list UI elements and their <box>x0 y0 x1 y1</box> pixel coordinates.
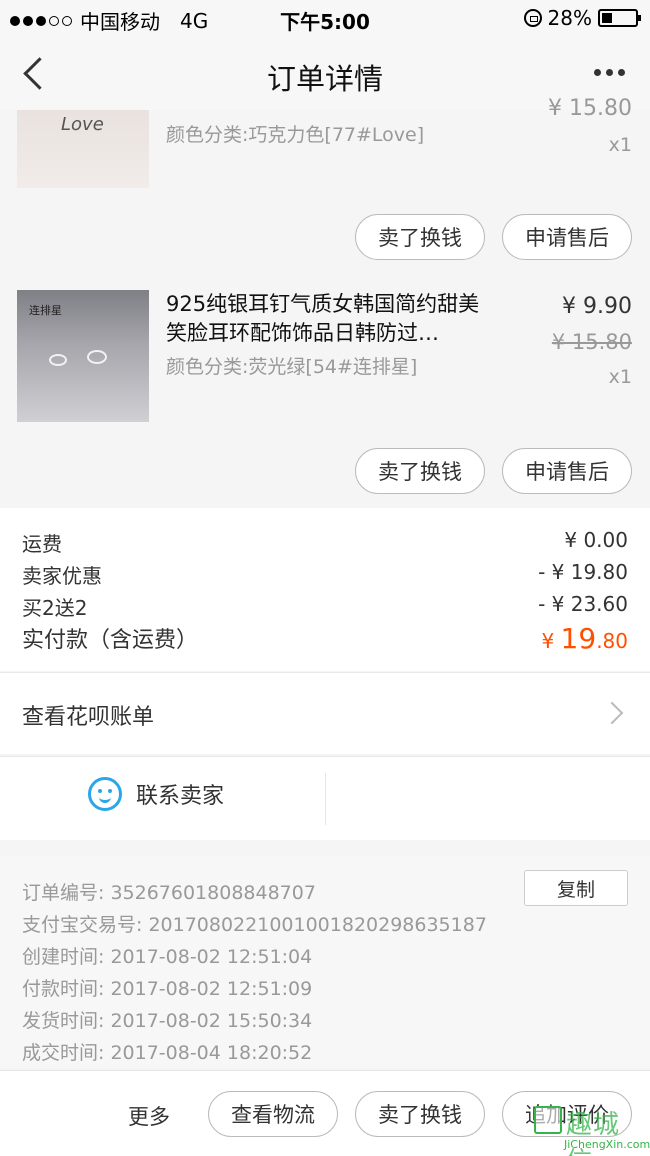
battery-percent: 28% <box>547 6 592 30</box>
thumbnail-caption: 连排星 <box>29 304 62 317</box>
earring-image <box>87 350 107 364</box>
action-bar: 更多 查看物流 卖了换钱 追加评价 趣城信 JiChengXin.com <box>0 1070 650 1156</box>
divider <box>325 773 326 825</box>
rotation-lock-icon <box>523 9 542 27</box>
thumbnail-caption: Love <box>61 114 104 135</box>
earring-image <box>49 354 67 366</box>
more-button[interactable]: 更多 <box>128 1101 170 1131</box>
total-label: 实付款（含运费） <box>22 628 199 653</box>
total-currency: ¥ <box>541 629 561 653</box>
status-bar: 中国移动 4G 下午5:00 28% <box>0 0 650 36</box>
total-integer: 19 <box>560 622 597 655</box>
product-title[interactable]: 925纯银耳钉气质女韩国简约甜美笑脸耳环配饰饰品日韩防过… <box>166 290 496 348</box>
product-card: 连排星 925纯银耳钉气质女韩国简约甜美笑脸耳环配饰饰品日韩防过… 颜色分类:荧… <box>0 274 650 508</box>
product-sku: 颜色分类:荧光绿[54#连排星] <box>166 356 418 378</box>
product-price: ¥ 15.80 <box>548 96 632 121</box>
resell-button[interactable]: 卖了换钱 <box>355 448 485 494</box>
paid-time: 付款时间: 2017-08-02 12:51:09 <box>22 978 313 1000</box>
resell-button[interactable]: 卖了换钱 <box>355 214 485 260</box>
product-card: Love 颜色分类:巧克力色[77#Love] ¥ 15.80 x1 卖了换钱 … <box>0 96 650 272</box>
seller-discount-label: 卖家优惠 <box>22 564 102 588</box>
fee-summary: 运费 ¥ 0.00 卖家优惠 - ¥ 19.80 买2送2 - ¥ 23.60 … <box>0 508 650 671</box>
product-thumbnail[interactable]: Love <box>17 110 149 188</box>
shipping-value: ¥ 0.00 <box>564 528 628 552</box>
shipped-time: 发货时间: 2017-08-02 15:50:34 <box>22 1010 313 1032</box>
seller-discount-value: - ¥ 19.80 <box>538 560 628 584</box>
promo-value: - ¥ 23.60 <box>538 592 628 616</box>
contact-seller-label: 联系卖家 <box>136 784 225 809</box>
contact-section: 联系卖家 <box>0 756 650 840</box>
page-title: 订单详情 <box>266 62 383 96</box>
created-time: 创建时间: 2017-08-02 12:51:04 <box>22 946 313 968</box>
product-sku: 颜色分类:巧克力色[77#Love] <box>166 124 425 146</box>
chevron-right-icon <box>600 701 624 725</box>
huabei-bill-row[interactable]: 查看花呗账单 <box>0 672 650 754</box>
total-amount: ¥ 19.80 <box>541 622 628 655</box>
view-logistics-button[interactable]: 查看物流 <box>208 1091 338 1137</box>
resell-button[interactable]: 卖了换钱 <box>355 1091 485 1137</box>
order-number: 订单编号: 35267601808848707 <box>22 882 316 904</box>
huabei-label: 查看花呗账单 <box>22 705 155 730</box>
product-quantity: x1 <box>608 366 632 388</box>
promo-label: 买2送2 <box>22 596 88 620</box>
shipping-row: 运费 ¥ 0.00 <box>22 528 628 557</box>
order-info: 订单编号: 35267601808848707 复制 支付宝交易号: 20170… <box>0 856 650 1068</box>
completed-time: 成交时间: 2017-08-04 18:20:52 <box>22 1042 313 1064</box>
promo-row: 买2送2 - ¥ 23.60 <box>22 592 628 621</box>
smile-chat-icon <box>88 777 122 811</box>
total-decimal: .80 <box>596 629 628 653</box>
shipping-label: 运费 <box>22 532 62 556</box>
watermark-logo: 趣城信 JiChengXin.com <box>534 1102 650 1156</box>
after-sales-button[interactable]: 申请售后 <box>502 214 632 260</box>
product-thumbnail[interactable]: 连排星 <box>17 290 149 422</box>
copy-button[interactable]: 复制 <box>524 870 628 906</box>
battery-icon <box>598 9 641 27</box>
product-price: ¥ 9.90 <box>562 294 632 319</box>
after-sales-button[interactable]: 申请售后 <box>502 448 632 494</box>
product-quantity: x1 <box>608 134 632 156</box>
more-options-icon[interactable] <box>594 60 630 84</box>
product-original-price: ¥ 15.80 <box>551 330 632 354</box>
seller-discount-row: 卖家优惠 - ¥ 19.80 <box>22 560 628 589</box>
alipay-trade-number: 支付宝交易号: 2017080221001001820298635187 <box>22 914 487 936</box>
contact-seller-button[interactable]: 联系卖家 <box>88 777 224 811</box>
total-row: 实付款（含运费） ¥ 19.80 <box>22 622 628 655</box>
